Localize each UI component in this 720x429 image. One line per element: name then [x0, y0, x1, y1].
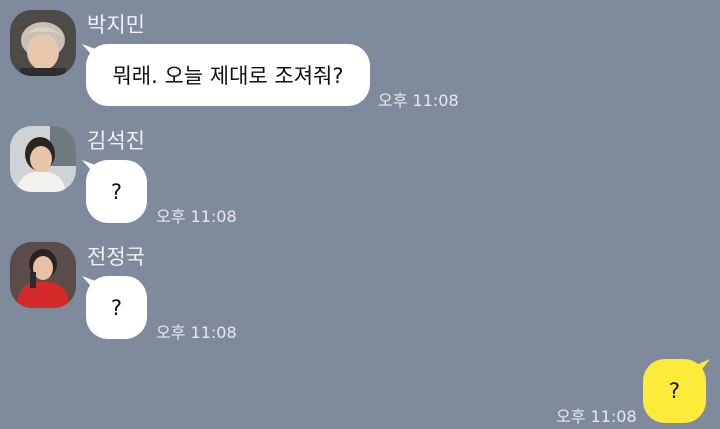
profile-avatar[interactable] [10, 126, 76, 192]
message-bubble[interactable]: 뭐래. 오늘 제대로 조져줘? [86, 44, 370, 106]
message-bubble[interactable]: ? [86, 276, 147, 339]
profile-avatar[interactable] [10, 10, 76, 76]
message-time: 오후 11:08 [156, 207, 237, 226]
message-bubble[interactable]: ? [86, 160, 147, 223]
message-time: 오후 11:08 [156, 323, 237, 342]
message-time: 오후 11:08 [378, 91, 459, 110]
avatar-image [10, 10, 76, 76]
avatar-image [10, 242, 76, 308]
avatar-image [10, 126, 76, 192]
sender-name: 김석진 [87, 129, 145, 153]
message-time: 오후 11:08 [556, 407, 637, 426]
bubble-tail [696, 359, 710, 377]
sender-name: 전정국 [87, 245, 145, 269]
profile-avatar[interactable] [10, 242, 76, 308]
sender-name: 박지민 [87, 13, 145, 37]
